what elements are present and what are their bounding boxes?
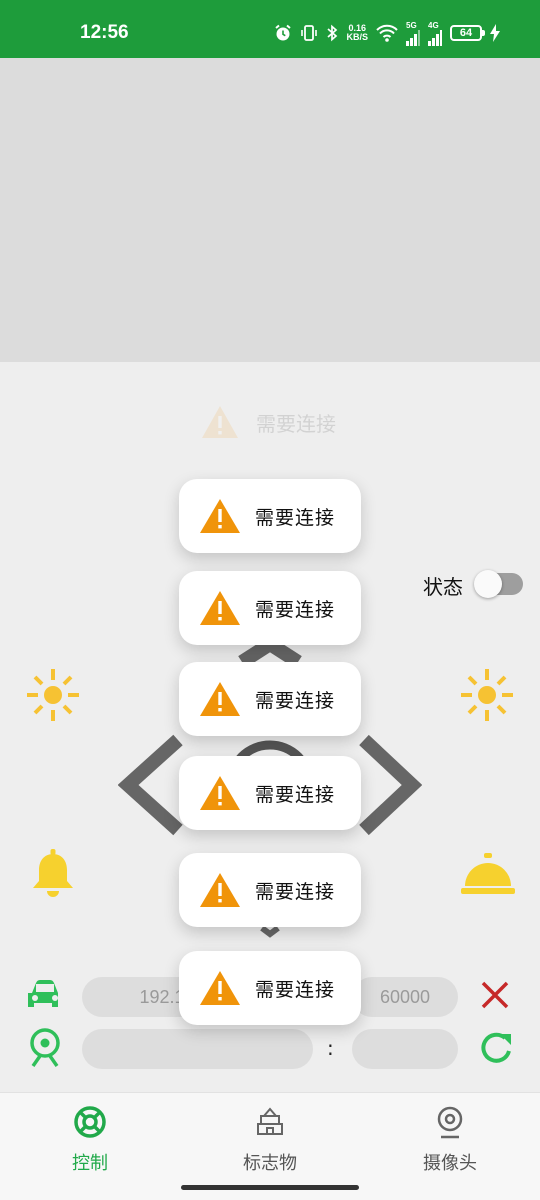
toast-message: 需要连接 (255, 978, 336, 1001)
tab-landmarks[interactable]: 标志物 (210, 1105, 330, 1175)
status-toggle[interactable] (474, 570, 523, 598)
bluetooth-icon (327, 24, 338, 42)
toast-need-connection: 需要连接 (179, 571, 361, 645)
toast-need-connection: 需要连接 (179, 662, 361, 736)
close-icon[interactable] (480, 980, 510, 1010)
status-icons: 0.16 KB/S 5G 4G 64 (274, 18, 500, 48)
colon-separator: : (327, 1036, 334, 1060)
tab-control[interactable]: 控制 (30, 1105, 150, 1175)
car-port-input[interactable]: 60000 (352, 977, 458, 1017)
toast-message: 需要连接 (255, 783, 336, 806)
toast-fading-message: 需要连接 (256, 411, 336, 436)
refresh-icon[interactable] (478, 1029, 516, 1067)
left-arrow-icon[interactable] (118, 734, 183, 836)
toast-fading: 需要连接 (200, 404, 336, 440)
tab-camera[interactable]: 摄像头 (390, 1105, 510, 1175)
home-indicator[interactable] (181, 1185, 359, 1190)
status-bar: 12:56 0.16 KB/S 5G 4G 64 (0, 0, 540, 58)
forward-arrow-icon[interactable] (238, 640, 302, 668)
toast-message: 需要连接 (255, 689, 336, 712)
right-arrow-icon[interactable] (359, 734, 422, 836)
toast-message: 需要连接 (255, 598, 336, 621)
signal-5g: 5G (406, 21, 420, 46)
signal-5g-label: 5G (406, 20, 417, 30)
warning-icon (200, 971, 240, 1005)
tab-control-label: 控制 (72, 1153, 108, 1174)
signal-4g-label: 4G (428, 20, 439, 30)
status-label: 状态 (423, 575, 463, 599)
net-speed: 0.16 KB/S (346, 24, 368, 42)
toggle-knob (474, 570, 502, 598)
warning-icon (200, 591, 240, 625)
toast-need-connection: 需要连接 (179, 951, 361, 1025)
landmark-icon (257, 1107, 283, 1135)
warning-icon (200, 873, 240, 907)
toast-need-connection: 需要连接 (179, 853, 361, 927)
toast-need-connection: 需要连接 (179, 479, 361, 553)
service-bell-icon[interactable] (461, 853, 515, 895)
toast-need-connection: 需要连接 (179, 756, 361, 830)
car-icon (28, 980, 58, 1007)
toast-message: 需要连接 (255, 880, 336, 903)
left-light-sun-icon[interactable] (25, 667, 81, 723)
camera-preview (0, 58, 540, 362)
lifebuoy-icon (74, 1106, 106, 1138)
webcam-icon (30, 1028, 60, 1068)
warning-icon (200, 499, 240, 533)
warning-icon (200, 682, 240, 716)
net-speed-unit: KB/S (346, 32, 368, 42)
horn-bell-icon[interactable] (31, 849, 75, 901)
charging-icon (490, 24, 500, 42)
tab-camera-label: 摄像头 (423, 1153, 477, 1174)
webcam-icon (437, 1106, 463, 1139)
battery-indicator: 64 (450, 25, 485, 41)
camera-port-input[interactable] (352, 1029, 458, 1069)
status-time: 12:56 (80, 22, 129, 43)
warning-icon (200, 776, 240, 810)
tab-landmarks-label: 标志物 (243, 1153, 297, 1174)
signal-4g: 4G (428, 21, 442, 46)
bottom-navigation: 控制 标志物 摄像头 (0, 1092, 540, 1200)
warning-icon (202, 406, 238, 438)
wifi-icon (376, 24, 398, 42)
toast-message: 需要连接 (255, 506, 336, 529)
signal-bars-icon (428, 29, 442, 46)
backward-arrow-icon[interactable] (260, 925, 280, 938)
signal-bars-icon (406, 29, 420, 46)
camera-ip-input[interactable] (82, 1029, 313, 1069)
right-light-sun-icon[interactable] (459, 667, 515, 723)
alarm-icon (275, 24, 292, 41)
vibrate-icon (301, 25, 318, 41)
